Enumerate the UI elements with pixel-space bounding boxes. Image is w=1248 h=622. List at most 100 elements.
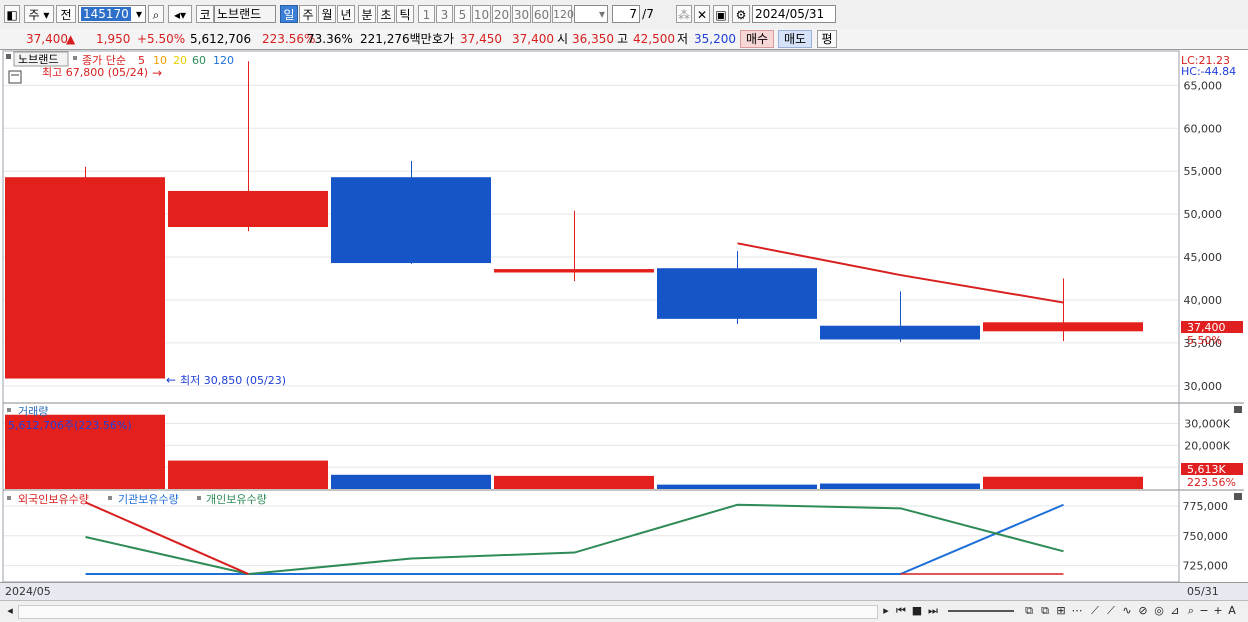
candle-body — [983, 322, 1143, 332]
current-price-tag: 37,400 — [1187, 321, 1226, 334]
evaluation-button[interactable]: 평 — [817, 30, 837, 48]
high-marker: 최고 67,800 (05/24) — [42, 66, 148, 79]
interval-5[interactable]: 5 — [454, 5, 471, 23]
save-icon[interactable]: ▣ — [713, 5, 729, 23]
page-counter-input[interactable]: 7 — [612, 5, 640, 23]
volume-bar — [331, 474, 491, 489]
holdings-close-icon[interactable] — [1234, 493, 1242, 500]
horizontal-scroll-track[interactable] — [18, 605, 878, 619]
date-input[interactable]: 2024/05/31 — [752, 5, 836, 23]
period-second[interactable]: 초 — [377, 5, 395, 23]
crosshair-icon[interactable]: ✕ — [694, 5, 710, 23]
interval-60[interactable]: 60 — [532, 5, 551, 23]
candle-body — [331, 177, 491, 264]
stock-code-dropdown-icon[interactable]: ▾ — [132, 5, 146, 23]
ask-price: 37,450 — [460, 32, 502, 46]
gear-icon[interactable]: ⚙ — [732, 5, 750, 23]
zoom-slider[interactable] — [948, 610, 1014, 612]
volume-close-icon[interactable] — [1234, 406, 1242, 413]
sell-button[interactable]: 매도 — [778, 30, 812, 48]
price-change: 1,950 — [96, 32, 131, 46]
axis-end-date: 05/31 — [1187, 585, 1219, 598]
interval-custom-select[interactable]: ▾ — [574, 5, 608, 23]
volume-current-tag: 5,613K — [1187, 463, 1226, 476]
interval-120[interactable]: 120 — [552, 5, 574, 23]
chevron-down-icon: ▾ — [598, 7, 605, 21]
price-pane — [5, 61, 1143, 379]
turnover-rate: 73.36% — [307, 32, 353, 46]
wave-tool-icon[interactable]: ∿ — [1120, 604, 1134, 618]
hc-label: HC:-44.84 — [1181, 65, 1236, 78]
chart-frame — [2, 50, 1180, 582]
interval-1[interactable]: 1 — [418, 5, 435, 23]
period-minute[interactable]: 분 — [358, 5, 376, 23]
volume-bar — [168, 460, 328, 489]
volume-value: 5,612,706 — [190, 32, 252, 46]
copy-icon[interactable]: ⧉ — [1038, 604, 1052, 618]
volume-bar — [820, 483, 980, 489]
high-arrow-icon: → — [152, 66, 162, 80]
period-week[interactable]: 주 — [299, 5, 317, 23]
candle-body — [657, 268, 817, 319]
ruler-tool-icon[interactable]: ⊿ — [1168, 604, 1182, 618]
zoom-in-icon[interactable]: + — [1212, 604, 1224, 618]
trend-tool-icon[interactable]: ⟋ — [1104, 604, 1118, 618]
pane-menu-icon[interactable] — [6, 54, 11, 59]
stock-chart[interactable]: 노브랜드 종가 단순 5 10 20 60 120 최고 67,800 (05/… — [0, 50, 1248, 582]
market-badge: 코 — [196, 5, 214, 23]
zoom-out-icon[interactable]: − — [1198, 604, 1210, 618]
holdings-menu-icon[interactable] — [7, 496, 11, 500]
interval-30[interactable]: 30 — [512, 5, 531, 23]
current-price: 37,400 — [26, 32, 68, 46]
sound-icon[interactable]: ◂▾ — [168, 5, 192, 23]
stock-name-field: 노브랜드 — [214, 5, 276, 23]
scroll-left-icon[interactable]: ◂ — [4, 604, 16, 618]
fast-forward-icon[interactable]: ⏭ — [926, 604, 940, 618]
period-tick[interactable]: 틱 — [396, 5, 414, 23]
stop-icon[interactable]: ■ — [910, 604, 924, 618]
low-price: 35,200 — [694, 32, 736, 46]
market-type-value: 주 — [28, 8, 40, 22]
volume-menu-icon[interactable] — [7, 408, 11, 412]
high-price: 42,500 — [633, 32, 675, 46]
volume-title: 거래량 — [18, 405, 48, 418]
range-button[interactable]: 전 — [56, 5, 76, 23]
cycle-tool-icon[interactable]: ◎ — [1152, 604, 1166, 618]
export-icon[interactable]: ⊞ — [1054, 604, 1068, 618]
legend-institution: 기관보유수량 — [118, 493, 179, 506]
settings-icon[interactable]: ⋯ — [1070, 604, 1084, 618]
legend-institution-icon — [108, 496, 112, 500]
interval-3[interactable]: 3 — [436, 5, 453, 23]
font-icon[interactable]: A — [1226, 604, 1238, 618]
volume-pane — [5, 414, 1143, 489]
price-y-tick: 30,000 — [1184, 380, 1223, 393]
foreign-holdings-line — [85, 501, 249, 575]
line-tool-icon[interactable]: ⟋ — [1088, 604, 1102, 618]
play-icon[interactable]: ▸ — [880, 604, 892, 618]
interval-20[interactable]: 20 — [492, 5, 511, 23]
period-day[interactable]: 일 — [280, 5, 298, 23]
period-month[interactable]: 월 — [318, 5, 336, 23]
price-y-tick: 65,000 — [1184, 79, 1223, 92]
window-layout-icon[interactable]: ⧉ — [1022, 604, 1036, 618]
calculator-icon[interactable] — [8, 70, 22, 84]
bid-price: 37,400 — [512, 32, 554, 46]
market-type-select[interactable]: 주 ▾ — [24, 5, 54, 23]
page-total: /7 — [642, 7, 654, 21]
window-menu-icon[interactable]: ◧ — [4, 5, 20, 23]
volume-y-tick: 20,000K — [1184, 439, 1230, 452]
interval-10[interactable]: 10 — [472, 5, 491, 23]
candle-body — [820, 325, 980, 340]
price-y-tick: 60,000 — [1184, 122, 1223, 135]
fibonacci-tool-icon[interactable]: ⊘ — [1136, 604, 1150, 618]
high-label: 고 — [617, 32, 629, 46]
buy-button[interactable]: 매수 — [740, 30, 774, 48]
holdings-pane — [85, 501, 1064, 576]
search-icon[interactable]: ⌕ — [148, 5, 164, 23]
period-year[interactable]: 년 — [337, 5, 355, 23]
rewind-icon[interactable]: ⏮ — [894, 604, 908, 618]
magnifier-icon[interactable]: ⌕ — [1184, 604, 1198, 618]
candle-body — [5, 177, 165, 379]
link-icon[interactable]: ⁂ — [676, 5, 692, 23]
ma-menu-icon[interactable] — [73, 56, 77, 60]
